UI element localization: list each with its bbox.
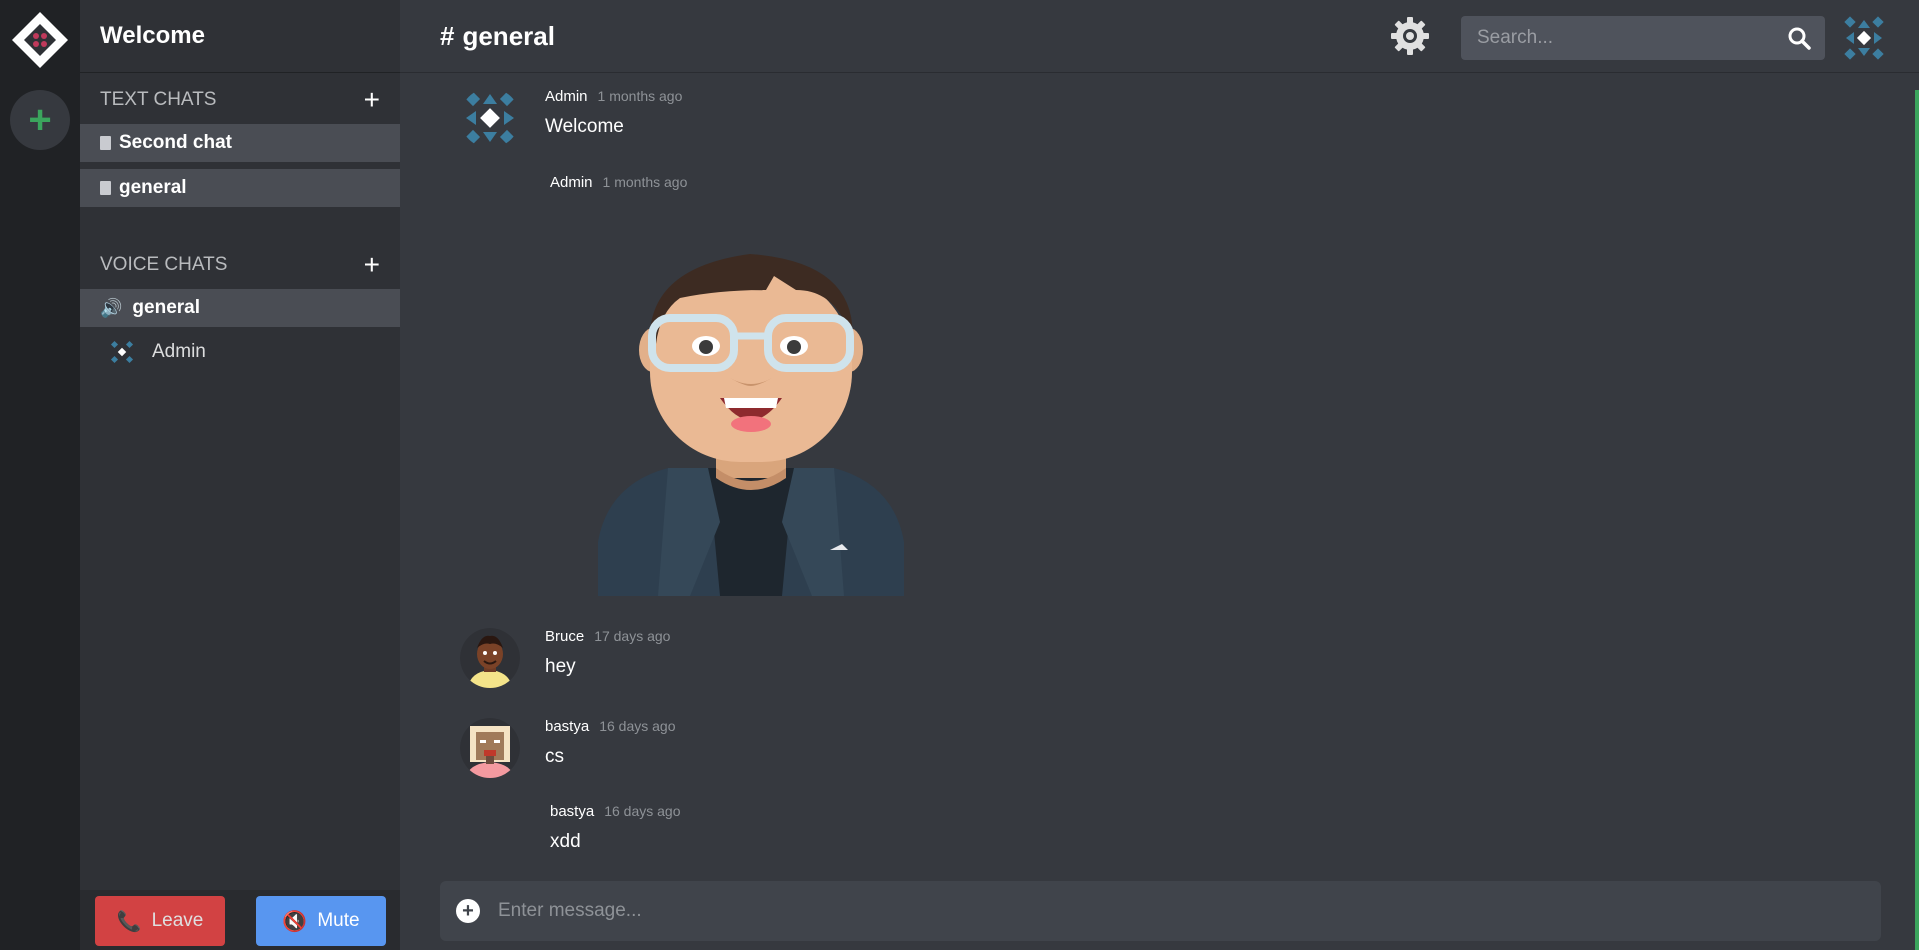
add-attachment-button[interactable]: +	[456, 899, 480, 923]
channel-label: general	[119, 177, 187, 198]
image-attachment[interactable]	[598, 232, 904, 596]
server-rail: +	[0, 0, 80, 950]
avatar	[460, 718, 520, 778]
message-author[interactable]: Admin	[545, 88, 588, 105]
message-author[interactable]: Admin	[550, 174, 593, 191]
message-text: cs	[545, 746, 564, 767]
message-timestamp: 16 days ago	[599, 718, 676, 734]
avatar	[460, 628, 520, 688]
channel-header: # general	[400, 0, 1919, 73]
mute-label: Mute	[317, 910, 360, 931]
message-author[interactable]: Bruce	[545, 628, 584, 645]
message-input[interactable]	[496, 899, 1881, 923]
message-author[interactable]: bastya	[550, 803, 594, 820]
hash-icon: #	[440, 20, 455, 51]
leave-label: Leave	[151, 910, 204, 931]
user-avatar[interactable]	[1840, 14, 1888, 62]
message-meta: Bruce 17 days ago	[545, 628, 670, 646]
server-icon-welcome[interactable]	[10, 10, 70, 70]
message-author[interactable]: bastya	[545, 718, 589, 735]
voice-chats-category: VOICE CHATS +	[80, 247, 400, 283]
voice-controls: 📞 Leave 🔇 Mute	[80, 890, 400, 950]
speaker-icon: 🔊	[100, 297, 123, 318]
channel-name: general	[462, 20, 555, 51]
message-meta: bastya 16 days ago	[550, 803, 681, 821]
voice-channel-general[interactable]: 🔊 general	[80, 289, 400, 327]
scrollbar[interactable]	[1915, 90, 1919, 950]
message-list: Admin 1 months ago Welcome Admin 1 months …	[400, 74, 1919, 874]
channel-item-general[interactable]: general	[80, 169, 400, 207]
voice-user-name: Admin	[152, 341, 206, 362]
category-label: VOICE CHATS	[100, 254, 228, 275]
message-text: hey	[545, 656, 576, 677]
message-text: Welcome	[545, 116, 624, 137]
message-timestamp: 17 days ago	[594, 628, 671, 644]
server-logo-icon	[12, 12, 68, 68]
leave-button[interactable]: 📞 Leave	[95, 896, 225, 946]
message-timestamp: 1 months ago	[597, 88, 683, 104]
avatar	[110, 340, 134, 364]
voice-user-admin[interactable]: Admin	[80, 333, 400, 371]
channel-label: Second chat	[119, 132, 232, 153]
add-voice-chat-button[interactable]: +	[364, 251, 380, 279]
plus-icon: +	[28, 98, 52, 142]
search-bar	[1461, 16, 1825, 60]
add-text-chat-button[interactable]: +	[364, 86, 380, 114]
search-icon[interactable]	[1787, 26, 1811, 50]
add-server-button[interactable]: +	[10, 90, 70, 150]
message-meta: Admin 1 months ago	[545, 88, 682, 106]
page-title: # general	[440, 21, 555, 52]
document-icon	[100, 136, 111, 150]
channel-label: general	[132, 297, 201, 318]
document-icon	[100, 181, 111, 195]
message-timestamp: 1 months ago	[602, 174, 688, 190]
channel-sidebar: Welcome TEXT CHATS + Second chat general…	[80, 0, 400, 950]
mute-button[interactable]: 🔇 Mute	[256, 896, 386, 946]
search-input[interactable]	[1475, 26, 1787, 50]
category-label: TEXT CHATS	[100, 89, 217, 110]
text-chats-category: TEXT CHATS +	[80, 82, 400, 118]
message-meta: Admin 1 months ago	[550, 174, 687, 192]
message-composer: +	[440, 881, 1881, 941]
server-name: Welcome	[80, 0, 400, 73]
mute-icon: 🔇	[282, 910, 308, 933]
phone-icon: 📞	[116, 910, 142, 933]
channel-item-second-chat[interactable]: Second chat	[80, 124, 400, 162]
message-text: xdd	[550, 831, 581, 852]
message-timestamp: 16 days ago	[604, 803, 681, 819]
avatar	[465, 91, 515, 145]
message-meta: bastya 16 days ago	[545, 718, 676, 736]
gear-icon[interactable]	[1390, 16, 1430, 56]
